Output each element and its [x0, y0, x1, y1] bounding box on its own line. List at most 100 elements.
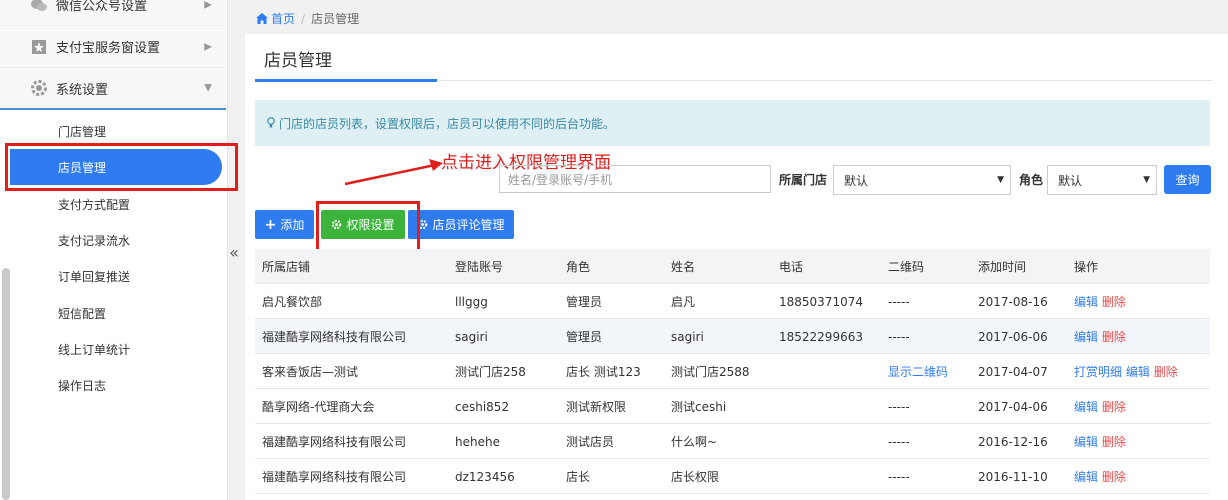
collapse-sidebar-button[interactable]: «: [226, 241, 242, 263]
sidebar-item-label: 操作日志: [58, 378, 107, 393]
cell-name: 什么啊~: [671, 435, 718, 449]
home-icon: [256, 13, 268, 24]
star-badge-icon: [30, 38, 48, 56]
delete-link[interactable]: 删除: [1102, 433, 1126, 450]
sidebar-scrollbar[interactable]: [2, 268, 10, 500]
cell-role: 测试新权限: [566, 400, 627, 414]
cell-store: 启凡餐饮部: [262, 295, 323, 309]
cell-phone: 18522299663: [779, 329, 863, 344]
annotation-arrow-icon: [344, 159, 443, 186]
header-name: 姓名: [671, 260, 696, 274]
edit-link[interactable]: 编辑: [1074, 398, 1098, 415]
cell-date: 2017-04-07: [978, 364, 1048, 379]
caret-down-icon: ▼: [997, 175, 1004, 185]
tip-detail-link[interactable]: 打赏明细: [1074, 363, 1122, 380]
caret-down-icon: ▼: [1143, 175, 1150, 185]
query-button[interactable]: 查询: [1164, 165, 1211, 194]
table-row: 启凡餐饮部 lllggg 管理员 启凡 18850371074 ----- 20…: [255, 284, 1210, 319]
cell-date: 2017-06-06: [978, 329, 1048, 344]
header-qr: 二维码: [888, 260, 925, 274]
staff-review-button[interactable]: 店员评论管理: [408, 210, 514, 239]
cell-role: 店长: [566, 470, 591, 484]
cell-name: sagiri: [671, 329, 704, 344]
store-filter-label: 所属门店: [779, 173, 828, 187]
cell-account: 测试门店258: [455, 365, 526, 379]
store-select-value: 默认: [844, 173, 869, 188]
cell-qr: -----: [888, 434, 910, 449]
cell-role: 管理员: [566, 295, 603, 309]
delete-link[interactable]: 删除: [1102, 328, 1126, 345]
table-row: 福建酷享网络科技有限公司 dz123456 店长 店长权限 ----- 2016…: [255, 459, 1210, 494]
cell-store: 客来香饭店—测试: [262, 365, 359, 379]
edit-link[interactable]: 编辑: [1074, 293, 1098, 310]
search-input[interactable]: 姓名/登录账号/手机: [499, 165, 771, 193]
title-underline: [255, 79, 437, 82]
delete-link[interactable]: 删除: [1102, 398, 1126, 415]
cell-date: 2016-12-16: [978, 434, 1048, 449]
cell-name: 启凡: [671, 295, 696, 309]
lightbulb-icon: [267, 117, 275, 128]
highlight-box-permission: [316, 201, 420, 252]
edit-link[interactable]: 编辑: [1074, 328, 1098, 345]
show-qr-link[interactable]: 显示二维码: [888, 354, 948, 389]
info-tip: 门店的店员列表，设置权限后，店员可以使用不同的后台功能。: [255, 100, 1210, 146]
delete-link[interactable]: 删除: [1102, 293, 1126, 310]
edit-link[interactable]: 编辑: [1074, 468, 1098, 485]
cell-role: 管理员: [566, 330, 603, 344]
cell-actions: 编辑 删除: [1074, 424, 1126, 459]
cell-account: dz123456: [455, 469, 515, 484]
sidebar-item-order-stats[interactable]: 线上订单统计: [0, 331, 226, 367]
breadcrumb-home[interactable]: 首页: [256, 10, 295, 27]
main-panel: 店员管理 门店的店员列表，设置权限后，店员可以使用不同的后台功能。 点击进入权限…: [245, 34, 1228, 500]
sidebar-item-label: 线上订单统计: [58, 342, 131, 357]
sidebar-item-order-push[interactable]: 订单回复推送: [0, 258, 226, 294]
add-button[interactable]: + 添加: [255, 210, 314, 239]
sidebar-item-payment-config[interactable]: 支付方式配置: [0, 186, 226, 222]
menu-label: 系统设置: [56, 82, 109, 98]
menu-wechat[interactable]: 微信公众号设置 ▶: [0, 0, 226, 26]
cell-qr: -----: [888, 329, 910, 344]
cell-store: 福建酷享网络科技有限公司: [262, 330, 407, 344]
cell-actions: 编辑 删除: [1074, 389, 1126, 424]
info-tip-text: 门店的店员列表，设置权限后，店员可以使用不同的后台功能。: [279, 116, 616, 131]
delete-link[interactable]: 删除: [1102, 468, 1126, 485]
sidebar-item-sms[interactable]: 短信配置: [0, 295, 226, 331]
plus-icon: +: [264, 216, 277, 233]
role-select[interactable]: 默认 ▼: [1047, 165, 1157, 195]
cell-actions: 打赏明细 编辑 删除: [1074, 354, 1178, 389]
cell-account: ceshi852: [455, 399, 510, 414]
header-actions: 操作: [1074, 260, 1099, 274]
cell-role: 测试店员: [566, 435, 615, 449]
table-row: 福建酷享网络科技有限公司 sagiri 管理员 sagiri 185222996…: [255, 319, 1210, 354]
menu-system[interactable]: 系统设置 ▼: [0, 68, 226, 110]
store-select[interactable]: 默认 ▼: [833, 165, 1011, 195]
wechat-icon: [30, 0, 48, 14]
header-account: 登陆账号: [455, 260, 504, 274]
delete-link[interactable]: 删除: [1154, 363, 1178, 380]
chevron-right-icon: ▶: [204, 0, 212, 10]
cell-date: 2016-11-10: [978, 469, 1048, 484]
sidebar: 微信公众号设置 ▶ 支付宝服务窗设置 ▶ 系统设置 ▼ 门店管理 店员管理 支付…: [0, 0, 238, 500]
cell-actions: 编辑 删除: [1074, 459, 1126, 494]
edit-link[interactable]: 编辑: [1074, 433, 1098, 450]
cell-store: 福建酷享网络科技有限公司: [262, 435, 407, 449]
edit-link[interactable]: 编辑: [1126, 363, 1150, 380]
cell-name: 测试ceshi: [671, 400, 727, 414]
sidebar-item-label: 短信配置: [58, 306, 107, 321]
role-filter-label: 角色: [1019, 173, 1044, 187]
gear-icon: [30, 79, 48, 97]
menu-label: 支付宝服务窗设置: [56, 41, 161, 56]
cell-qr: -----: [888, 399, 910, 414]
sidebar-item-payment-records[interactable]: 支付记录流水: [0, 222, 226, 258]
menu-label: 微信公众号设置: [56, 0, 148, 14]
table-row: 福建酷享网络科技有限公司 hehehe 测试店员 什么啊~ ----- 2016…: [255, 424, 1210, 459]
sidebar-item-label: 门店管理: [58, 124, 107, 139]
cell-account: hehehe: [455, 434, 500, 449]
sidebar-item-logs[interactable]: 操作日志: [0, 367, 226, 403]
cell-actions: 编辑 删除: [1074, 284, 1126, 319]
breadcrumb-current: 店员管理: [311, 12, 360, 26]
sidebar-item-label: 订单回复推送: [58, 269, 131, 284]
page-title: 店员管理: [264, 51, 332, 71]
header-date: 添加时间: [978, 260, 1027, 274]
menu-alipay[interactable]: 支付宝服务窗设置 ▶: [0, 26, 226, 68]
